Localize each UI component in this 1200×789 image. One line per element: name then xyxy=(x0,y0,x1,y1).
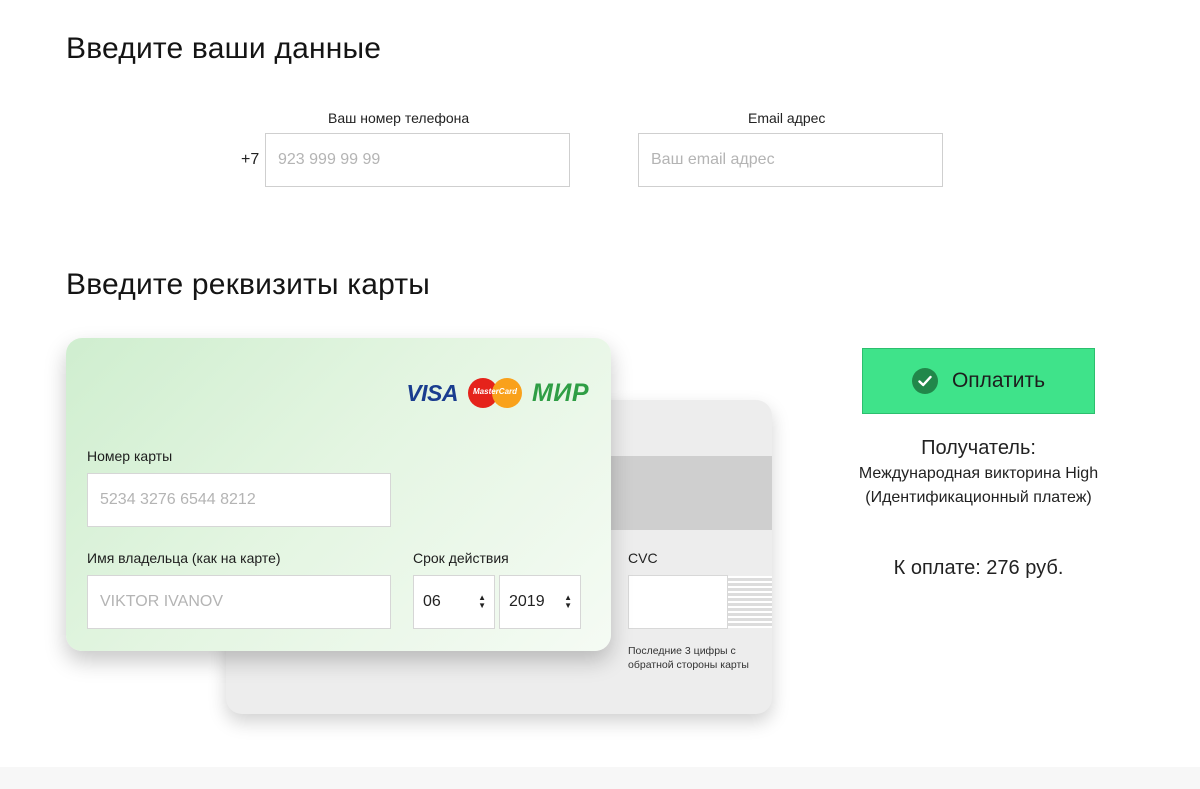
pay-button[interactable]: Оплатить xyxy=(862,348,1095,414)
phone-prefix: +7 xyxy=(241,151,260,168)
card-number-input[interactable]: 5234 3276 6544 8212 xyxy=(87,473,391,527)
signature-panel xyxy=(724,576,772,628)
mastercard-logo: MasterCard xyxy=(468,378,523,408)
recipient-note: (Идентификационный платеж) xyxy=(865,489,1092,506)
card-front: VISA MasterCard МИР Номер карты 5234 327… xyxy=(66,338,611,651)
expiry-month-select[interactable]: 06 ▲ ▼ xyxy=(413,575,495,629)
email-input[interactable]: Ваш email адрес xyxy=(638,133,943,187)
phone-label: Ваш номер телефона xyxy=(328,110,470,126)
expiry-label: Срок действия xyxy=(413,550,509,566)
checkmark-icon xyxy=(911,368,938,394)
email-label: Email адрес xyxy=(748,110,826,126)
phone-placeholder: 923 999 99 99 xyxy=(278,151,381,168)
pay-button-label: Оплатить xyxy=(951,369,1046,392)
card-number-placeholder: 5234 3276 6544 8212 xyxy=(100,491,256,508)
visa-logo: VISA xyxy=(406,379,459,406)
card-holder-placeholder: VIKTOR IVANOV xyxy=(100,593,223,610)
expiry-year-select[interactable]: 2019 ▲ ▼ xyxy=(499,575,581,629)
select-arrows-icon: ▲ ▼ xyxy=(478,593,486,610)
card-heading: Введите реквизиты карты xyxy=(66,268,431,301)
select-arrows-icon: ▲ ▼ xyxy=(564,593,572,610)
mir-logo: МИР xyxy=(532,378,589,407)
expiry-year-value: 2019 xyxy=(509,593,545,610)
payment-logos: VISA MasterCard МИР xyxy=(406,378,589,408)
phone-input[interactable]: 923 999 99 99 xyxy=(265,133,570,187)
recipient-title: Получатель: xyxy=(921,437,1036,459)
card-holder-input[interactable]: VIKTOR IVANOV xyxy=(87,575,391,629)
cvc-input[interactable] xyxy=(628,575,728,629)
total-amount: К оплате: 276 руб. xyxy=(893,557,1064,579)
footer-strip xyxy=(0,767,1200,789)
card-number-label: Номер карты xyxy=(87,448,173,464)
expiry-month-value: 06 xyxy=(423,593,441,610)
email-placeholder: Ваш email адрес xyxy=(651,151,775,168)
contact-heading: Введите ваши данные xyxy=(66,32,382,65)
recipient-name: Международная викторина High xyxy=(858,465,1099,482)
cvc-label: CVC xyxy=(628,550,658,566)
cvc-hint: Последние 3 цифры с обратной стороны кар… xyxy=(628,645,749,671)
card-holder-label: Имя владельца (как на карте) xyxy=(87,550,281,566)
